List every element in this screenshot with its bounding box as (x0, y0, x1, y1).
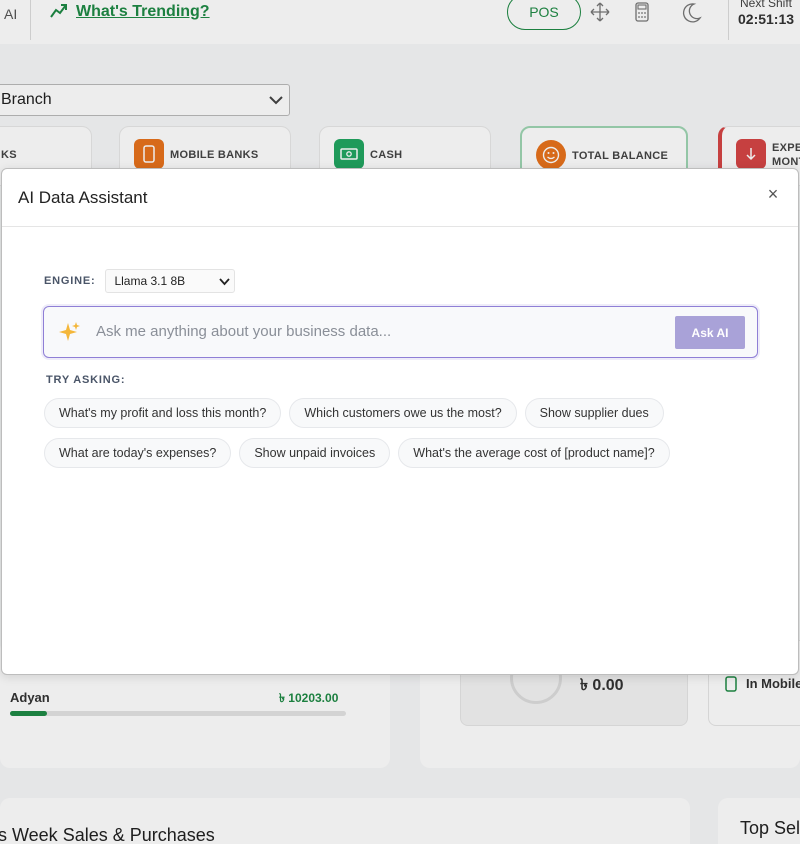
chip-row: What's my profit and loss this month? Wh… (44, 398, 744, 428)
suggestion-chip[interactable]: Show unpaid invoices (239, 438, 391, 468)
engine-label: ENGINE: (44, 275, 96, 287)
close-button[interactable]: × (762, 183, 784, 205)
suggestion-chip[interactable]: What's the average cost of [product name… (398, 438, 670, 468)
ask-box: Ask AI (43, 306, 758, 358)
engine-select-value: Llama 3.1 8B (114, 274, 186, 288)
chip-row: What are today's expenses? Show unpaid i… (44, 438, 744, 468)
ai-assistant-modal: AI Data Assistant × ENGINE: Llama 3.1 8B… (1, 168, 799, 675)
chevron-down-icon (219, 278, 231, 286)
suggestion-chip[interactable]: What's my profit and loss this month? (44, 398, 282, 428)
sparkle-icon (59, 322, 80, 341)
ask-input[interactable] (96, 307, 671, 356)
suggestion-chips: What's my profit and loss this month? Wh… (44, 398, 744, 478)
engine-select[interactable]: Llama 3.1 8B (105, 269, 236, 293)
modal-title: AI Data Assistant (18, 188, 148, 207)
suggestion-chip[interactable]: What are today's expenses? (44, 438, 232, 468)
try-asking-label: TRY ASKING: (46, 374, 126, 386)
suggestion-chip[interactable]: Show supplier dues (524, 398, 664, 428)
modal-header: AI Data Assistant × (2, 169, 798, 227)
suggestion-chip[interactable]: Which customers owe us the most? (289, 398, 517, 428)
ask-ai-button[interactable]: Ask AI (675, 316, 745, 349)
engine-row: ENGINE: Llama 3.1 8B (44, 269, 236, 293)
